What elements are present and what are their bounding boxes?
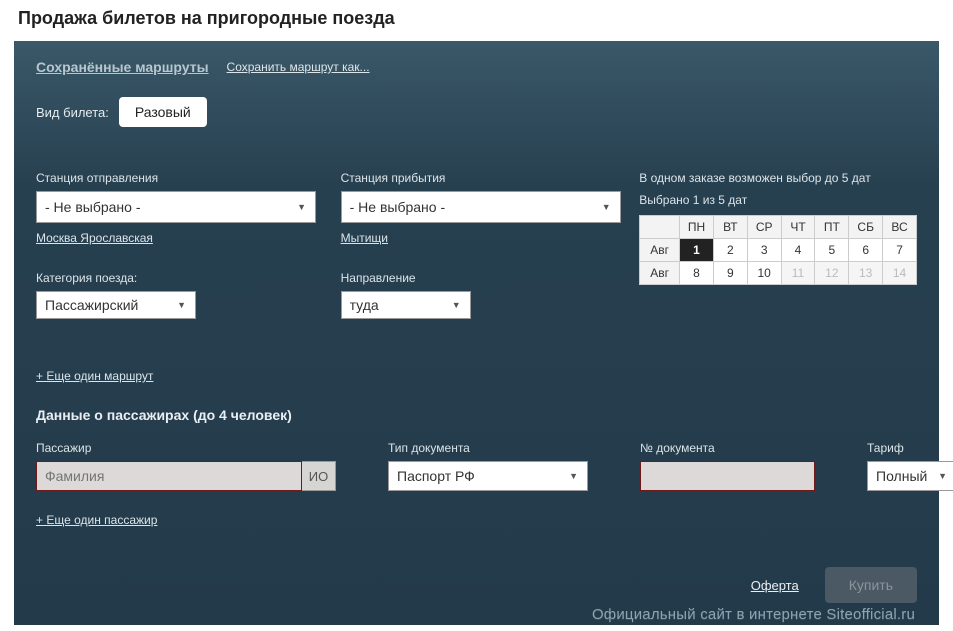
add-passenger-link[interactable]: + Еще один пассажир	[36, 513, 157, 527]
calendar-day-disabled: 11	[781, 262, 815, 285]
calendar-day[interactable]: 5	[815, 239, 849, 262]
watermark: Официальный сайт в интернете Siteofficia…	[592, 606, 915, 623]
calendar-header-row: ПН ВТ СР ЧТ ПТ СБ ВС	[640, 216, 917, 239]
calendar-day[interactable]: 1	[680, 239, 714, 262]
add-route-link[interactable]: + Еще один маршрут	[36, 369, 153, 383]
calendar-day-disabled: 12	[815, 262, 849, 285]
calendar-day[interactable]: 6	[849, 239, 883, 262]
calendar-day[interactable]: 7	[883, 239, 917, 262]
calendar-day-disabled: 13	[849, 262, 883, 285]
calendar-row: Авг 1 2 3 4 5 6 7	[640, 239, 917, 262]
buy-button[interactable]: Купить	[825, 567, 917, 603]
calendar-month-cell: Авг	[640, 262, 680, 285]
save-route-as-link[interactable]: Сохранить маршрут как...	[227, 60, 370, 74]
calendar-month-cell: Авг	[640, 239, 680, 262]
page-title: Продажа билетов на пригородные поезда	[0, 0, 953, 41]
direction-select[interactable]: туда	[341, 291, 471, 319]
weekday-mon: ПН	[680, 216, 714, 239]
train-category-select[interactable]: Пассажирский	[36, 291, 196, 319]
departure-label: Станция отправления	[36, 171, 341, 185]
initials-button[interactable]: ИО	[302, 461, 336, 491]
doctype-select[interactable]: Паспорт РФ	[388, 461, 588, 491]
tariff-col-label: Тариф	[867, 441, 953, 455]
direction-label: Направление	[341, 271, 640, 285]
docnum-col-label: № документа	[640, 441, 815, 455]
weekday-wed: СР	[747, 216, 781, 239]
doctype-col-label: Тип документа	[388, 441, 588, 455]
calendar-day[interactable]: 9	[713, 262, 747, 285]
ticket-type-label: Вид билета:	[36, 105, 109, 120]
calendar-day[interactable]: 8	[680, 262, 714, 285]
calendar-month-header	[640, 216, 680, 239]
passenger-col-label: Пассажир	[36, 441, 336, 455]
weekday-sun: ВС	[883, 216, 917, 239]
calendar-day[interactable]: 10	[747, 262, 781, 285]
arrival-label: Станция прибытия	[341, 171, 640, 185]
saved-routes-link[interactable]: Сохранённые маршруты	[36, 59, 209, 75]
surname-input[interactable]	[36, 461, 302, 491]
calendar-row: Авг 8 9 10 11 12 13 14	[640, 262, 917, 285]
calendar-day[interactable]: 3	[747, 239, 781, 262]
departure-select[interactable]: - Не выбрано -	[36, 191, 316, 223]
calendar-note-2: Выбрано 1 из 5 дат	[639, 193, 917, 207]
ticket-type-button[interactable]: Разовый	[119, 97, 207, 127]
train-category-label: Категория поезда:	[36, 271, 341, 285]
docnum-input[interactable]	[640, 461, 815, 491]
calendar-day[interactable]: 4	[781, 239, 815, 262]
weekday-thu: ЧТ	[781, 216, 815, 239]
departure-quick-link[interactable]: Москва Ярославская	[36, 231, 153, 245]
calendar: ПН ВТ СР ЧТ ПТ СБ ВС Авг 1 2 3 4 5 6 7	[639, 215, 917, 285]
oferta-link[interactable]: Оферта	[751, 578, 799, 593]
weekday-tue: ВТ	[713, 216, 747, 239]
tariff-select[interactable]: Полный	[867, 461, 953, 491]
calendar-note-1: В одном заказе возможен выбор до 5 дат	[639, 171, 917, 185]
weekday-fri: ПТ	[815, 216, 849, 239]
calendar-day-disabled: 14	[883, 262, 917, 285]
passengers-title: Данные о пассажирах (до 4 человек)	[36, 407, 917, 423]
arrival-select[interactable]: - Не выбрано -	[341, 191, 621, 223]
arrival-quick-link[interactable]: Мытищи	[341, 231, 388, 245]
booking-panel: Сохранённые маршруты Сохранить маршрут к…	[14, 41, 939, 625]
weekday-sat: СБ	[849, 216, 883, 239]
calendar-day[interactable]: 2	[713, 239, 747, 262]
